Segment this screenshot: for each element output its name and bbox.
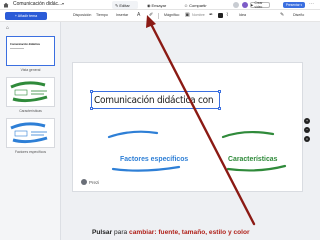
annotation-arrow [146,15,256,226]
caption-part-1: Pulsar [92,229,113,236]
prezi-editor: Comunicación didác... ▾ ✎ Editar ◉ Ensay… [0,0,320,240]
caption-part-2: para [112,229,130,236]
annotation-caption: Pulsar para cambiar: fuente, tamaño, est… [92,229,250,236]
caption-part-3: cambiar: fuente, tamaño, estilo y color [129,229,250,236]
